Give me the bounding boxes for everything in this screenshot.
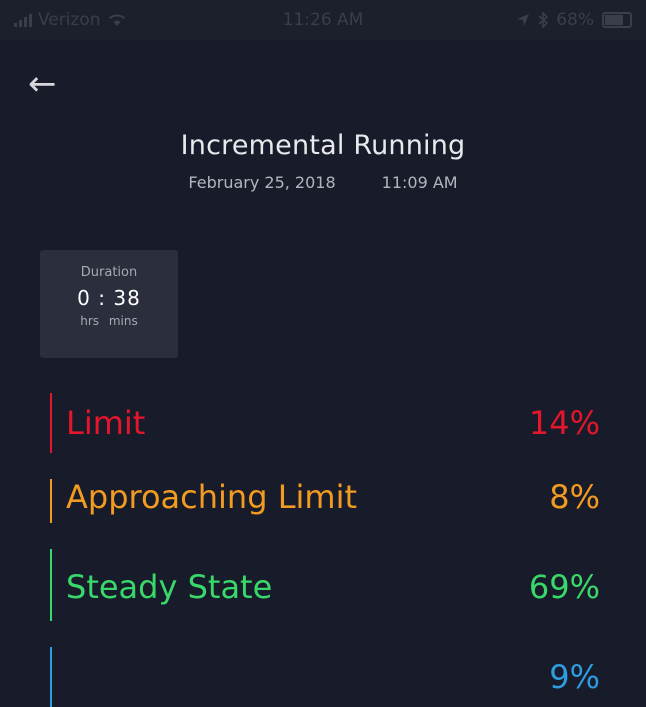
duration-card: Duration 0 : 38 hrs mins xyxy=(40,250,178,358)
zone-steady-state-bar xyxy=(50,549,52,621)
zone-recovery: 9% xyxy=(50,647,600,707)
zone-approaching-limit-label: Approaching Limit xyxy=(66,478,358,516)
zone-recovery-bar xyxy=(50,647,52,707)
zone-limit-label: Limit xyxy=(66,404,146,442)
back-arrow-icon[interactable]: ← xyxy=(28,64,68,104)
session-time: 11:09 AM xyxy=(381,173,458,192)
zone-limit-value: 14% xyxy=(528,404,600,442)
zone-limit: Limit 14% xyxy=(50,393,600,453)
zone-steady-state-label: Steady State xyxy=(66,568,273,606)
status-right: 68% xyxy=(516,10,632,30)
battery-percent: 68% xyxy=(556,10,594,30)
duration-units: hrs mins xyxy=(80,314,138,328)
battery-icon xyxy=(602,12,632,28)
session-datetime: February 25, 2018 11:09 AM xyxy=(0,173,646,192)
bluetooth-icon xyxy=(538,12,549,28)
zone-steady-state: Steady State 69% xyxy=(50,549,600,621)
duration-value: 0 : 38 xyxy=(77,286,141,310)
zone-approaching-limit: Approaching Limit 8% xyxy=(50,467,600,527)
zone-recovery-value: 9% xyxy=(549,658,600,696)
duration-label: Duration xyxy=(80,265,138,280)
session-header: Incremental Running February 25, 2018 11:… xyxy=(0,130,646,192)
zone-limit-bar xyxy=(50,393,52,453)
zone-approaching-limit-value: 8% xyxy=(549,478,600,516)
session-date: February 25, 2018 xyxy=(188,173,336,192)
zone-steady-state-value: 69% xyxy=(528,568,600,606)
zone-approaching-limit-bar xyxy=(50,479,52,523)
page-title: Incremental Running xyxy=(180,130,466,161)
status-bar: Verizon 11:26 AM 68% xyxy=(0,0,646,40)
location-arrow-icon xyxy=(517,14,530,26)
